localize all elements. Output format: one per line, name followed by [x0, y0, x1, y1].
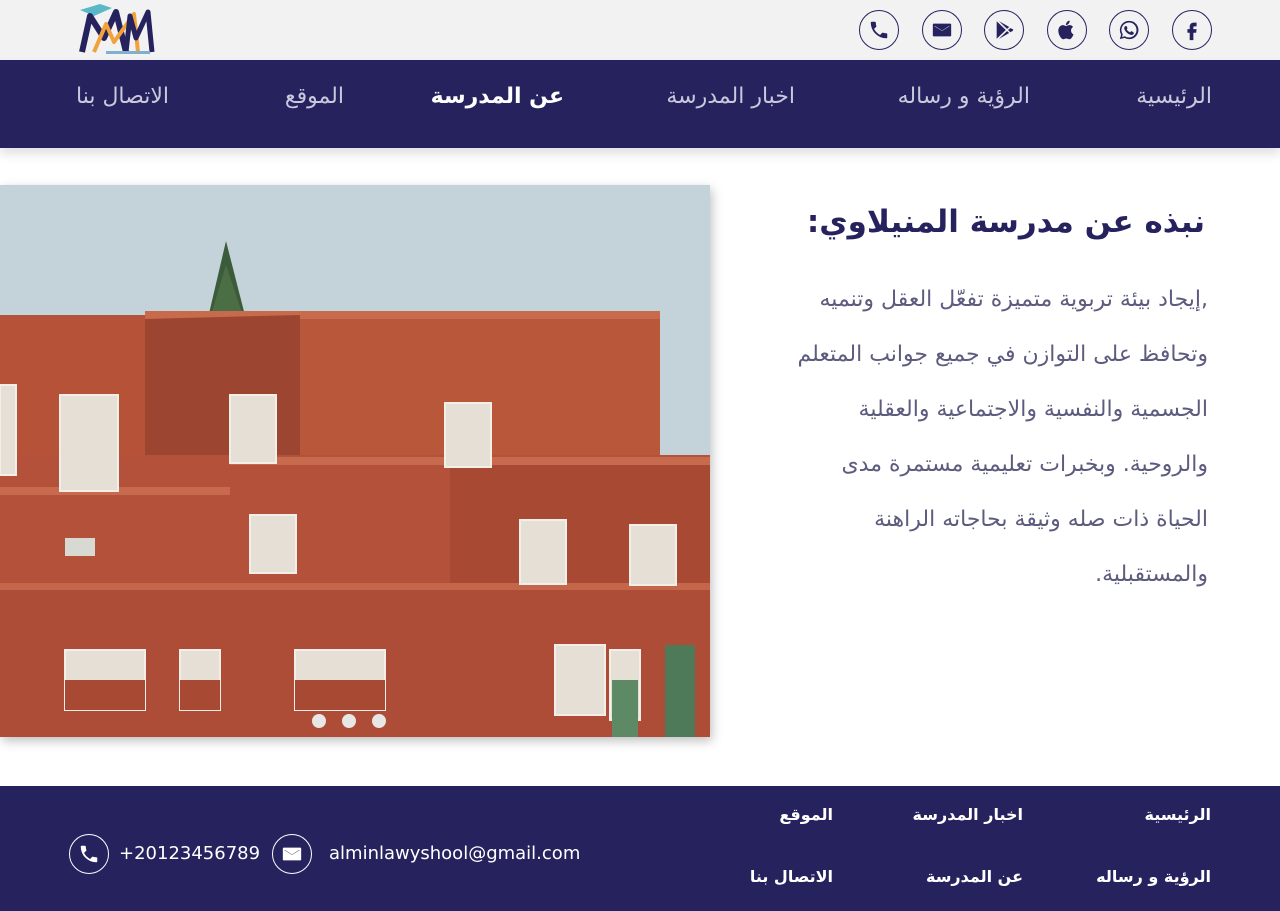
school-logo[interactable] — [76, 2, 160, 56]
footer-link-news[interactable]: اخبار المدرسة — [913, 805, 1023, 824]
footer-link-location[interactable]: الموقع — [779, 805, 833, 824]
nav-vision-mission[interactable]: الرؤية و رساله — [898, 84, 1030, 109]
about-line: الحياة ذات صله وثيقة بحاجاته الراهنة — [874, 507, 1208, 532]
phone-icon[interactable] — [69, 834, 109, 874]
footer: الرئيسية اخبار المدرسة الموقع الرؤية و ر… — [0, 786, 1280, 911]
about-line: وتحافظ على التوازن في جميع جوانب المتعلم — [797, 342, 1208, 367]
whatsapp-icon[interactable] — [1109, 10, 1149, 50]
slider-dot-3[interactable] — [372, 714, 386, 728]
school-building-photo — [0, 185, 710, 737]
google-play-icon[interactable] — [984, 10, 1024, 50]
slider-dot-1[interactable] — [312, 714, 326, 728]
facebook-icon[interactable] — [1172, 10, 1212, 50]
about-title: نبذه عن مدرسة المنيلاوي: — [806, 204, 1205, 240]
phone-icon[interactable] — [859, 10, 899, 50]
about-description: ,إيجاد بيئة تربوية متميزة تفعّل العقل وت… — [738, 272, 1208, 602]
about-line: والمستقبلية. — [1095, 562, 1208, 587]
about-line: ,إيجاد بيئة تربوية متميزة تفعّل العقل وت… — [819, 287, 1208, 312]
nav-about-school[interactable]: عن المدرسة — [431, 84, 564, 109]
footer-email[interactable]: alminlawyshool@gmail.com — [329, 843, 580, 864]
top-bar — [0, 0, 1280, 60]
nav-location[interactable]: الموقع — [285, 84, 344, 109]
footer-link-home[interactable]: الرئيسية — [1145, 805, 1212, 824]
apple-icon[interactable] — [1047, 10, 1087, 50]
footer-link-about[interactable]: عن المدرسة — [926, 867, 1023, 886]
footer-phone[interactable]: +20123456789 — [119, 843, 260, 864]
footer-link-contact[interactable]: الاتصال بنا — [750, 867, 833, 886]
nav-home[interactable]: الرئيسية — [1136, 84, 1212, 109]
nav-school-news[interactable]: اخبار المدرسة — [666, 84, 795, 109]
mail-icon[interactable] — [922, 10, 962, 50]
main-nav: الرئيسية الرؤية و رساله اخبار المدرسة عن… — [0, 60, 1280, 148]
nav-contact-us[interactable]: الاتصال بنا — [76, 84, 169, 109]
mail-icon[interactable] — [272, 834, 312, 874]
about-line: والروحية. وبخبرات تعليمية مستمرة مدى — [841, 452, 1208, 477]
slider-dot-2[interactable] — [342, 714, 356, 728]
about-line: الجسمية والنفسية والاجتماعية والعقلية — [858, 397, 1208, 422]
footer-link-vision[interactable]: الرؤية و رساله — [1096, 867, 1211, 886]
